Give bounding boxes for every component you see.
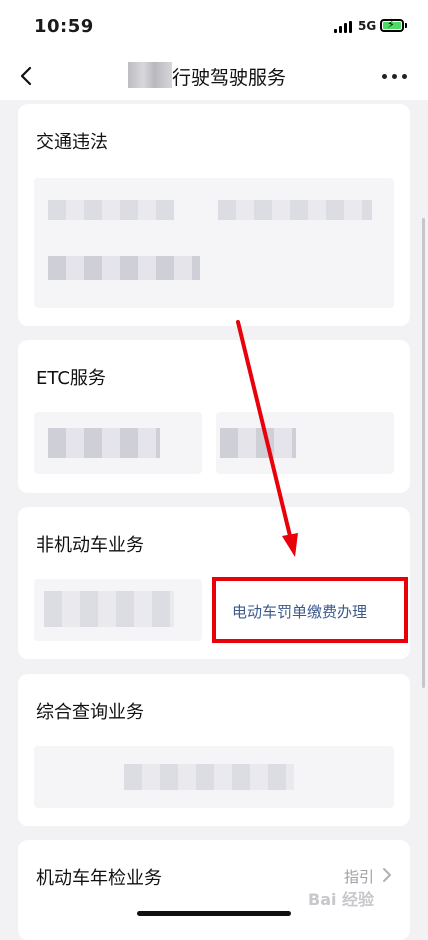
battery-icon: ⚡ <box>380 18 404 32</box>
back-arrow-icon[interactable] <box>18 66 38 86</box>
home-indicator[interactable] <box>137 911 291 916</box>
section-traffic-violations: 交通违法 <box>18 104 410 326</box>
blurred-service-label <box>48 200 174 220</box>
blurred-service-label <box>48 256 200 280</box>
service-tile[interactable] <box>34 178 394 308</box>
section-title: 非机动车业务 <box>36 535 144 556</box>
blurred-service-label <box>44 591 174 627</box>
watermark: Bai 经验 <box>308 890 375 909</box>
scrollbar[interactable] <box>422 218 425 688</box>
blurred-service-label <box>48 428 160 458</box>
section-title: 机动车年检业务 <box>36 868 162 889</box>
blurred-service-label <box>220 428 296 458</box>
more-options-icon[interactable] <box>382 74 408 80</box>
section-comprehensive-query: 综合查询业务 <box>18 674 410 826</box>
guide-link[interactable]: 指引 <box>344 866 374 887</box>
service-tile[interactable] <box>216 412 394 474</box>
signal-icon <box>334 21 354 33</box>
chevron-right-icon[interactable] <box>380 866 394 884</box>
status-bar: 10:59 5G ⚡ <box>0 0 428 52</box>
blurred-service-label <box>124 764 294 790</box>
status-time: 10:59 <box>34 16 94 37</box>
network-type: 5G <box>358 19 377 33</box>
section-title: 交通违法 <box>36 132 108 153</box>
section-title: ETC服务 <box>36 368 106 389</box>
service-tile[interactable] <box>34 412 202 474</box>
annotation-highlight-box <box>212 577 408 643</box>
battery-cap <box>405 23 407 28</box>
nav-bar: 行驶驾驶服务 <box>0 52 428 100</box>
blurred-city-name <box>128 62 172 88</box>
section-etc: ETC服务 <box>18 340 410 493</box>
page-title: 行驶驾驶服务 <box>172 67 287 89</box>
blurred-service-label <box>218 200 372 220</box>
service-tile[interactable] <box>34 579 202 641</box>
section-title: 综合查询业务 <box>36 702 144 723</box>
service-tile[interactable] <box>34 746 394 808</box>
